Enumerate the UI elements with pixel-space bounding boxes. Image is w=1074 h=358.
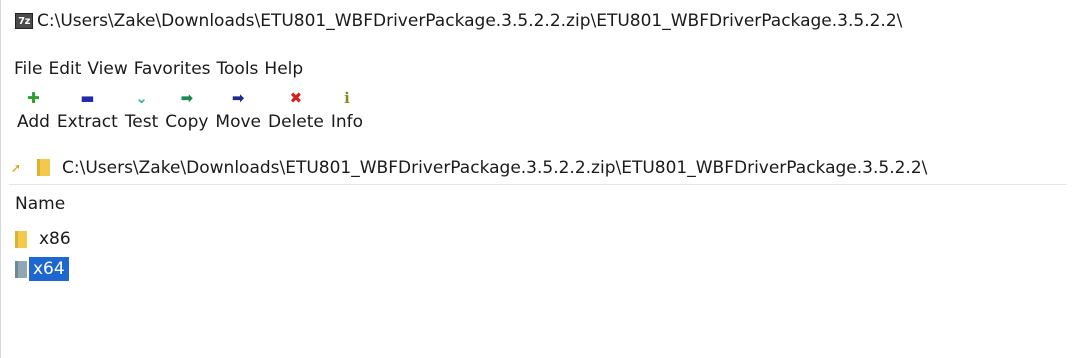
delete-label: Delete	[268, 112, 324, 132]
file-name: x86	[39, 229, 71, 249]
menu-edit[interactable]: Edit	[48, 59, 81, 79]
move-button[interactable]: ➡ Move	[215, 88, 261, 144]
copy-label: Copy	[165, 112, 209, 132]
title-bar: 7z C:\Users\Zake\Downloads\ETU801_WBFDri…	[1, 0, 1074, 42]
move-label: Move	[215, 112, 262, 132]
menu-favorites[interactable]: Favorites	[134, 59, 211, 79]
info-label: Info	[330, 112, 364, 132]
extract-icon: ▬	[80, 88, 95, 107]
add-icon: ✚	[27, 88, 40, 107]
test-icon: ⌄	[135, 88, 148, 107]
toolbar: ✚ Add ▬ Extract ⌄ Test ➡ Copy ➡ Move ✖ D…	[1, 88, 370, 144]
menu-help[interactable]: Help	[264, 59, 303, 79]
menu-bar: File Edit View Favorites Tools Help	[1, 56, 309, 82]
test-button[interactable]: ⌄ Test	[125, 88, 158, 144]
menu-file[interactable]: File	[14, 59, 42, 79]
file-list: Name x86 x64	[1, 188, 1074, 358]
folder-icon	[15, 260, 27, 278]
copy-button[interactable]: ➡ Copy	[165, 88, 208, 144]
folder-icon	[15, 230, 27, 248]
list-item[interactable]: x86	[15, 226, 73, 252]
address-path-field[interactable]: C:\Users\Zake\Downloads\ETU801_WBFDriver…	[58, 155, 1067, 181]
menu-tools[interactable]: Tools	[217, 59, 259, 79]
address-bar: ➚ C:\Users\Zake\Downloads\ETU801_WBFDriv…	[9, 151, 1067, 185]
extract-button[interactable]: ▬ Extract	[57, 88, 118, 144]
info-button[interactable]: ℹ Info	[331, 88, 363, 144]
add-label: Add	[17, 112, 50, 132]
folder-icon	[37, 159, 50, 176]
test-label: Test	[124, 112, 159, 132]
move-icon: ➡	[231, 88, 245, 107]
info-icon: ℹ	[344, 88, 350, 107]
add-button[interactable]: ✚ Add	[17, 88, 50, 144]
file-name: x64	[29, 257, 69, 281]
menu-view[interactable]: View	[87, 59, 127, 79]
column-header-name[interactable]: Name	[15, 194, 65, 214]
7zip-app-icon: 7z	[15, 13, 33, 29]
delete-icon: ✖	[289, 88, 303, 107]
copy-icon: ➡	[180, 88, 194, 107]
archive-window: 7z C:\Users\Zake\Downloads\ETU801_WBFDri…	[0, 0, 1074, 358]
delete-button[interactable]: ✖ Delete	[268, 88, 324, 144]
extract-label: Extract	[56, 112, 118, 132]
window-title: C:\Users\Zake\Downloads\ETU801_WBFDriver…	[37, 11, 903, 31]
list-item-selected[interactable]: x64	[15, 256, 69, 282]
up-folder-icon[interactable]: ➚	[9, 161, 23, 175]
